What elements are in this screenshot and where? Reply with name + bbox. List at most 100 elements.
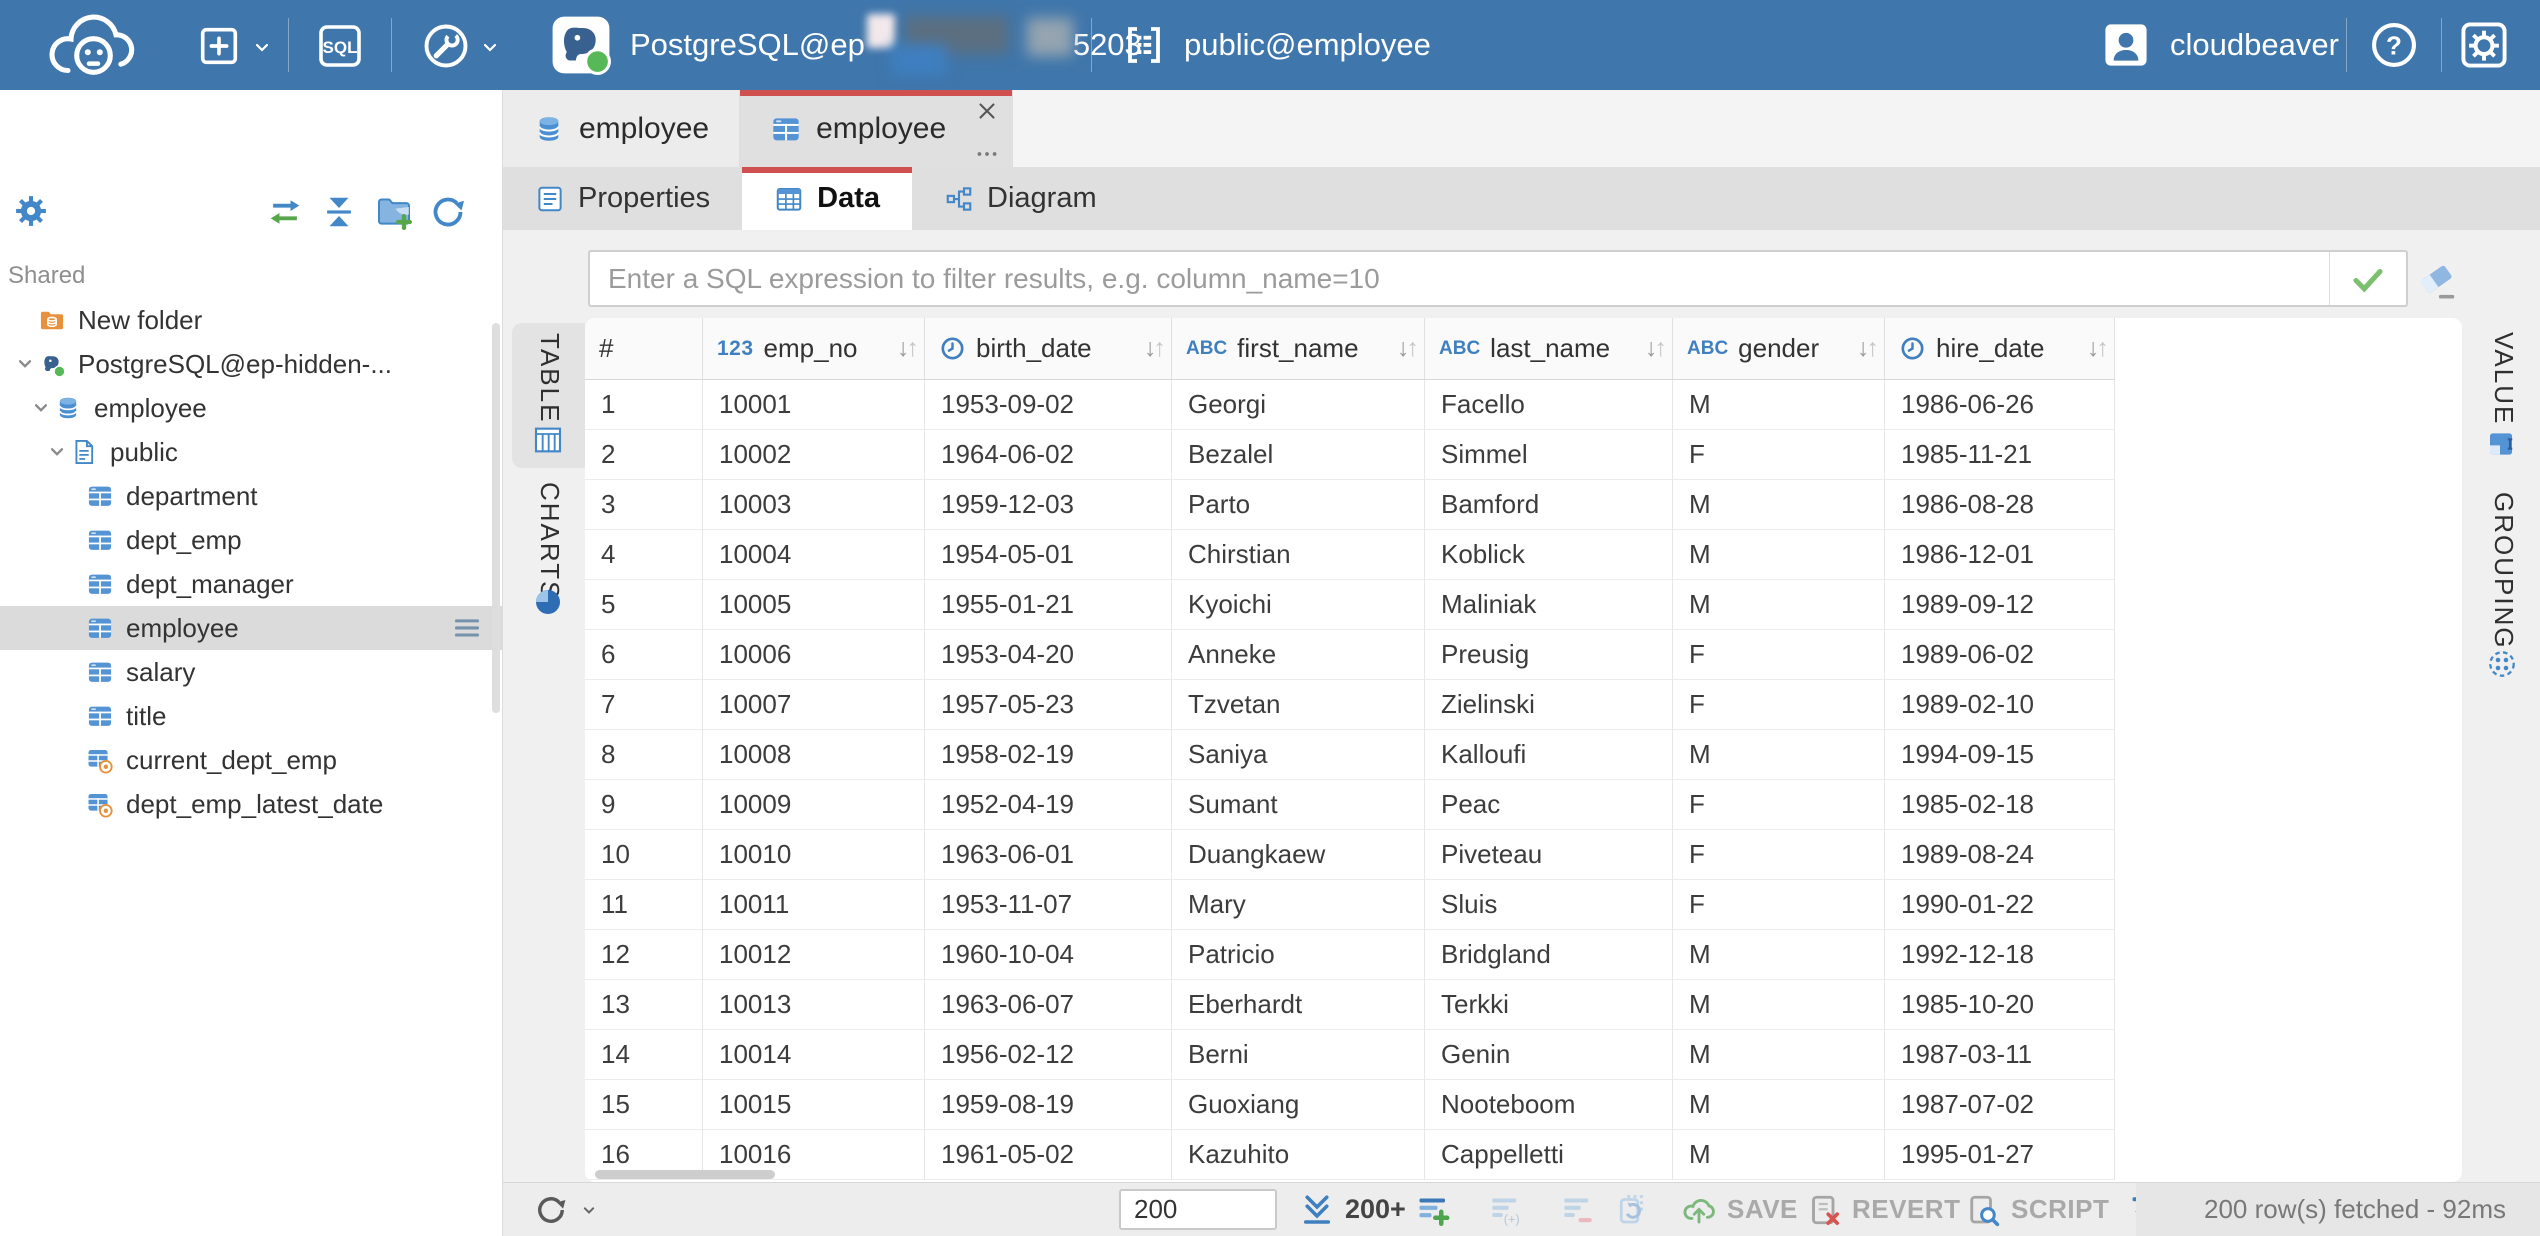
chevron-down-icon[interactable] [250,35,274,59]
connection-selector[interactable]: PostgreSQL@ep 5203 [550,0,1142,90]
data-cell[interactable]: M [1673,380,1885,430]
data-cell[interactable]: Bamford [1425,480,1673,530]
data-cell[interactable]: Cappelletti [1425,1130,1673,1180]
data-cell[interactable]: Chirstian [1172,530,1425,580]
row-number-cell[interactable]: 4 [585,530,703,580]
data-cell[interactable]: Guoxiang [1172,1080,1425,1130]
row-number-cell[interactable]: 10 [585,830,703,880]
data-cell[interactable]: 1952-04-19 [925,780,1172,830]
data-cell[interactable]: 1959-12-03 [925,480,1172,530]
data-cell[interactable]: 10005 [703,580,925,630]
data-cell[interactable]: M [1673,980,1885,1030]
data-cell[interactable]: Duangkaew [1172,830,1425,880]
presentation-tab-charts[interactable]: CHARTS [534,482,565,600]
table-grid-icon[interactable] [532,424,564,456]
data-cell[interactable]: Kyoichi [1172,580,1425,630]
data-cell[interactable]: 1992-12-18 [1885,930,2115,980]
data-cell[interactable]: Saniya [1172,730,1425,780]
fetch-more-rows-button[interactable]: 200+ [1299,1183,1406,1236]
data-cell[interactable]: 10007 [703,680,925,730]
data-cell[interactable]: Facello [1425,380,1673,430]
data-cell[interactable]: 1986-08-28 [1885,480,2115,530]
clear-filter-eraser-button[interactable] [2414,256,2460,302]
data-cell[interactable]: 1955-01-21 [925,580,1172,630]
data-cell[interactable]: 1989-08-24 [1885,830,2115,880]
data-cell[interactable]: 1985-11-21 [1885,430,2115,480]
data-cell[interactable]: 1990-01-22 [1885,880,2115,930]
refresh-tree-button[interactable] [428,192,468,232]
data-cell[interactable]: 10004 [703,530,925,580]
data-cell[interactable]: Berni [1172,1030,1425,1080]
rollback-button[interactable] [1613,1183,1649,1236]
new-object-button[interactable] [196,23,242,69]
data-cell[interactable]: M [1673,730,1885,780]
data-cell[interactable]: 10008 [703,730,925,780]
data-cell[interactable]: Bezalel [1172,430,1425,480]
sort-arrows-icon[interactable]: ↓↑ [1144,334,1163,363]
tab-menu-dots-icon[interactable] [974,147,1000,161]
sidebar-settings-gear-icon[interactable] [12,192,50,230]
data-cell[interactable]: 10002 [703,430,925,480]
data-cell[interactable]: 10014 [703,1030,925,1080]
grouping-icon[interactable] [2486,648,2518,680]
panel-tab-value[interactable]: VALUE [2488,332,2519,425]
tree-item-dept-emp[interactable]: dept_emp [0,518,503,562]
row-number-cell[interactable]: 13 [585,980,703,1030]
data-cell[interactable]: Georgi [1172,380,1425,430]
tab-data[interactable]: Data [742,167,912,230]
data-cell[interactable]: F [1673,780,1885,830]
sort-arrows-icon[interactable]: ↓↑ [1397,334,1416,363]
revert-button[interactable]: REVERT [1806,1183,1960,1236]
data-cell[interactable]: Eberhardt [1172,980,1425,1030]
add-row-button[interactable] [1415,1183,1451,1236]
sort-arrows-icon[interactable]: ↓↑ [2087,334,2106,363]
editor-tab-employee-active[interactable]: employee [740,90,1013,167]
data-cell[interactable]: Nooteboom [1425,1080,1673,1130]
data-cell[interactable]: F [1673,880,1885,930]
data-cell[interactable]: 1953-09-02 [925,380,1172,430]
row-number-cell[interactable]: 8 [585,730,703,780]
tree-item-employee[interactable]: employee [0,386,503,430]
data-cell[interactable]: F [1673,630,1885,680]
data-cell[interactable]: 10001 [703,380,925,430]
data-cell[interactable]: 1989-02-10 [1885,680,2115,730]
data-cell[interactable]: F [1673,430,1885,480]
data-cell[interactable]: 1989-06-02 [1885,630,2115,680]
user-menu[interactable]: cloudbeaver [2100,0,2339,90]
data-cell[interactable]: 10011 [703,880,925,930]
data-cell[interactable]: F [1673,830,1885,880]
close-icon[interactable] [974,98,1000,124]
editor-tab-employee[interactable]: employee [503,90,740,167]
data-cell[interactable]: Kalloufi [1425,730,1673,780]
data-cell[interactable]: 1985-10-20 [1885,980,2115,1030]
sort-arrows-icon[interactable]: ↓↑ [1645,334,1664,363]
value-panel-icon[interactable] [2486,428,2518,460]
expand-chevron-icon[interactable] [12,351,38,377]
tree-item-department[interactable]: department [0,474,503,518]
row-limit-input[interactable] [1121,1191,1256,1228]
data-cell[interactable]: Preusig [1425,630,1673,680]
data-cell[interactable]: 10010 [703,830,925,880]
data-cell[interactable]: 1953-11-07 [925,880,1172,930]
duplicate-row-button[interactable]: (+) [1487,1183,1523,1236]
data-cell[interactable]: M [1673,1030,1885,1080]
tools-wrench-button[interactable] [420,20,472,72]
row-number-cell[interactable]: 5 [585,580,703,630]
data-cell[interactable]: Parto [1172,480,1425,530]
tree-item-postgresql-ep-hidden-[interactable]: PostgreSQL@ep-hidden-... [0,342,503,386]
data-cell[interactable]: Tzvetan [1172,680,1425,730]
data-cell[interactable]: Koblick [1425,530,1673,580]
chevron-down-icon[interactable] [478,35,502,59]
tree-item-public[interactable]: public [0,430,503,474]
collapse-all-button[interactable] [320,193,358,231]
data-cell[interactable]: F [1673,680,1885,730]
tree-item-title[interactable]: title [0,694,503,738]
data-cell[interactable]: 10015 [703,1080,925,1130]
data-cell[interactable]: Terkki [1425,980,1673,1030]
row-number-cell[interactable]: 9 [585,780,703,830]
add-folder-button[interactable] [374,192,414,232]
data-cell[interactable]: 1987-07-02 [1885,1080,2115,1130]
column-header-birth_date[interactable]: birth_date↓↑ [925,318,1172,380]
data-cell[interactable]: 10009 [703,780,925,830]
settings-button[interactable] [2458,19,2510,71]
